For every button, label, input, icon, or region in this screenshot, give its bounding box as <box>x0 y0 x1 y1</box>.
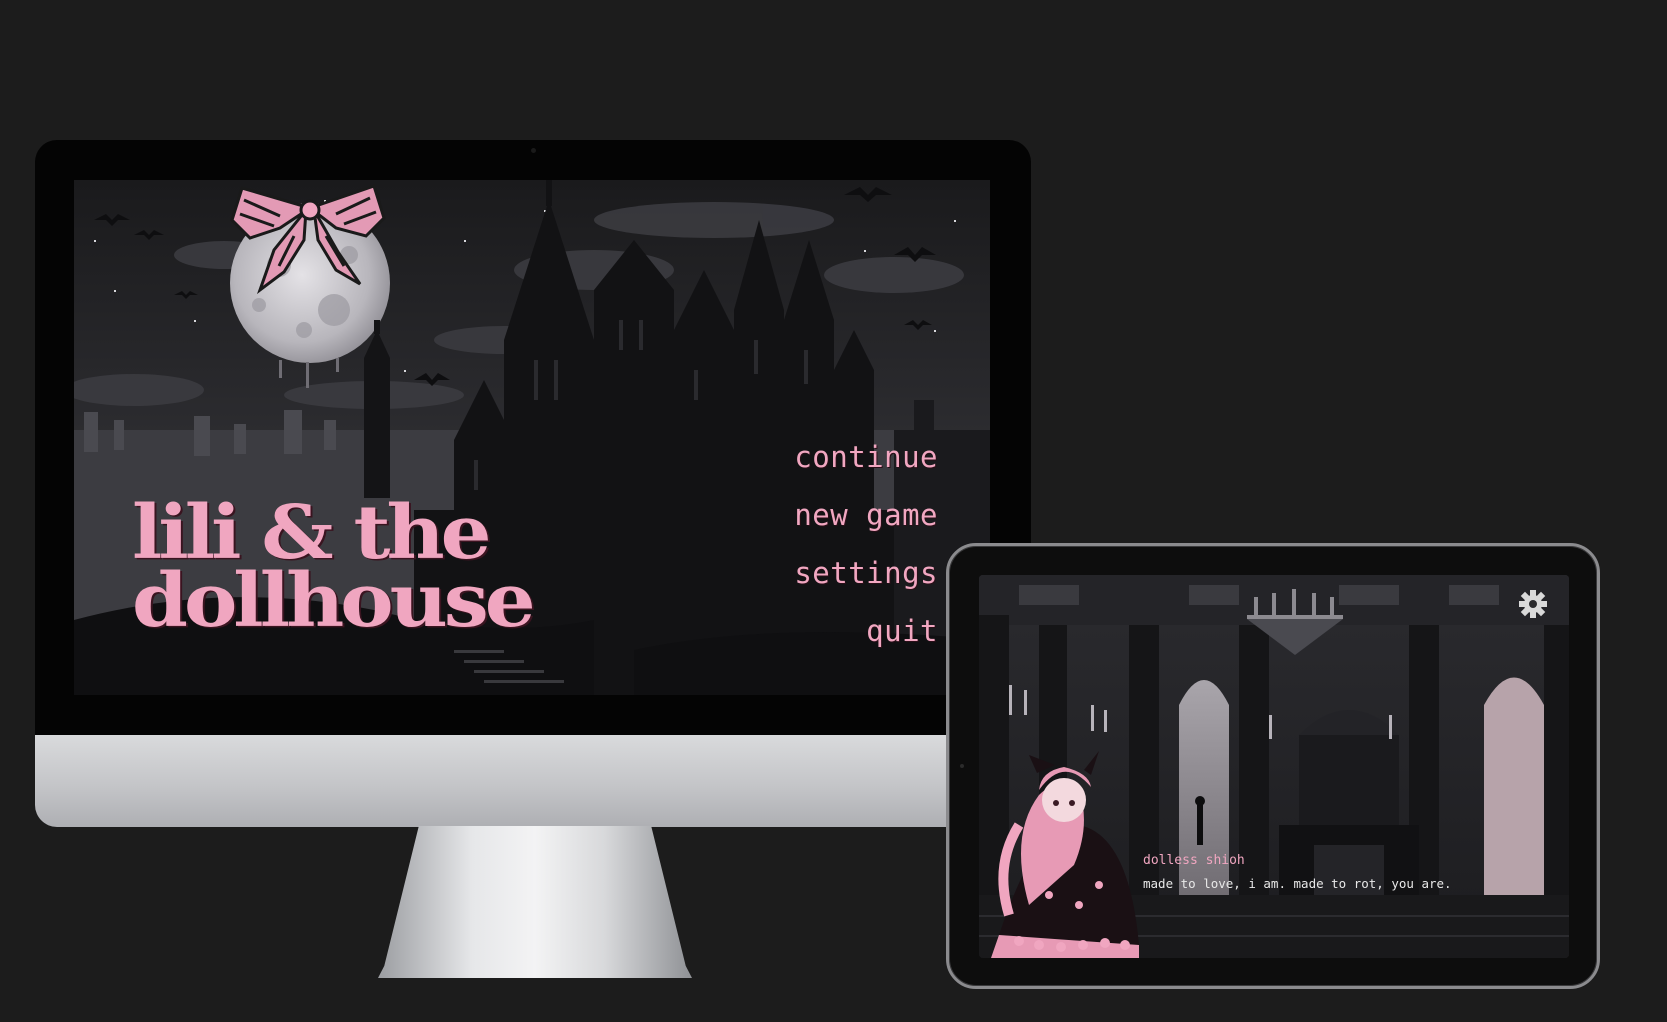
menu-new-game[interactable]: new game <box>794 486 938 544</box>
tablet-camera-dot <box>960 764 964 768</box>
game-title-line-2: dollhouse <box>132 556 536 644</box>
gothic-hall-scene <box>979 575 1569 958</box>
camera-dot <box>531 148 536 153</box>
desktop-monitor: lili & the dollhouse continue new game s… <box>35 140 1031 735</box>
main-menu: continue new game settings quit <box>794 428 938 660</box>
menu-continue[interactable]: continue <box>794 428 938 486</box>
menu-settings[interactable]: settings <box>794 544 938 602</box>
monitor-chin <box>35 735 1031 827</box>
dialogue-text[interactable]: made to love, i am. made to rot, you are… <box>1143 876 1452 891</box>
settings-gear-icon[interactable] <box>1517 588 1549 620</box>
desktop-game-screen: lili & the dollhouse continue new game s… <box>74 180 990 695</box>
dialogue-speaker-name: dolless shioh <box>1143 853 1245 868</box>
menu-quit[interactable]: quit <box>794 602 938 660</box>
tablet-game-screen: dolless shioh made to love, i am. made t… <box>979 575 1569 958</box>
monitor-stand <box>378 826 692 978</box>
tablet-device: dolless shioh made to love, i am. made t… <box>946 543 1600 989</box>
